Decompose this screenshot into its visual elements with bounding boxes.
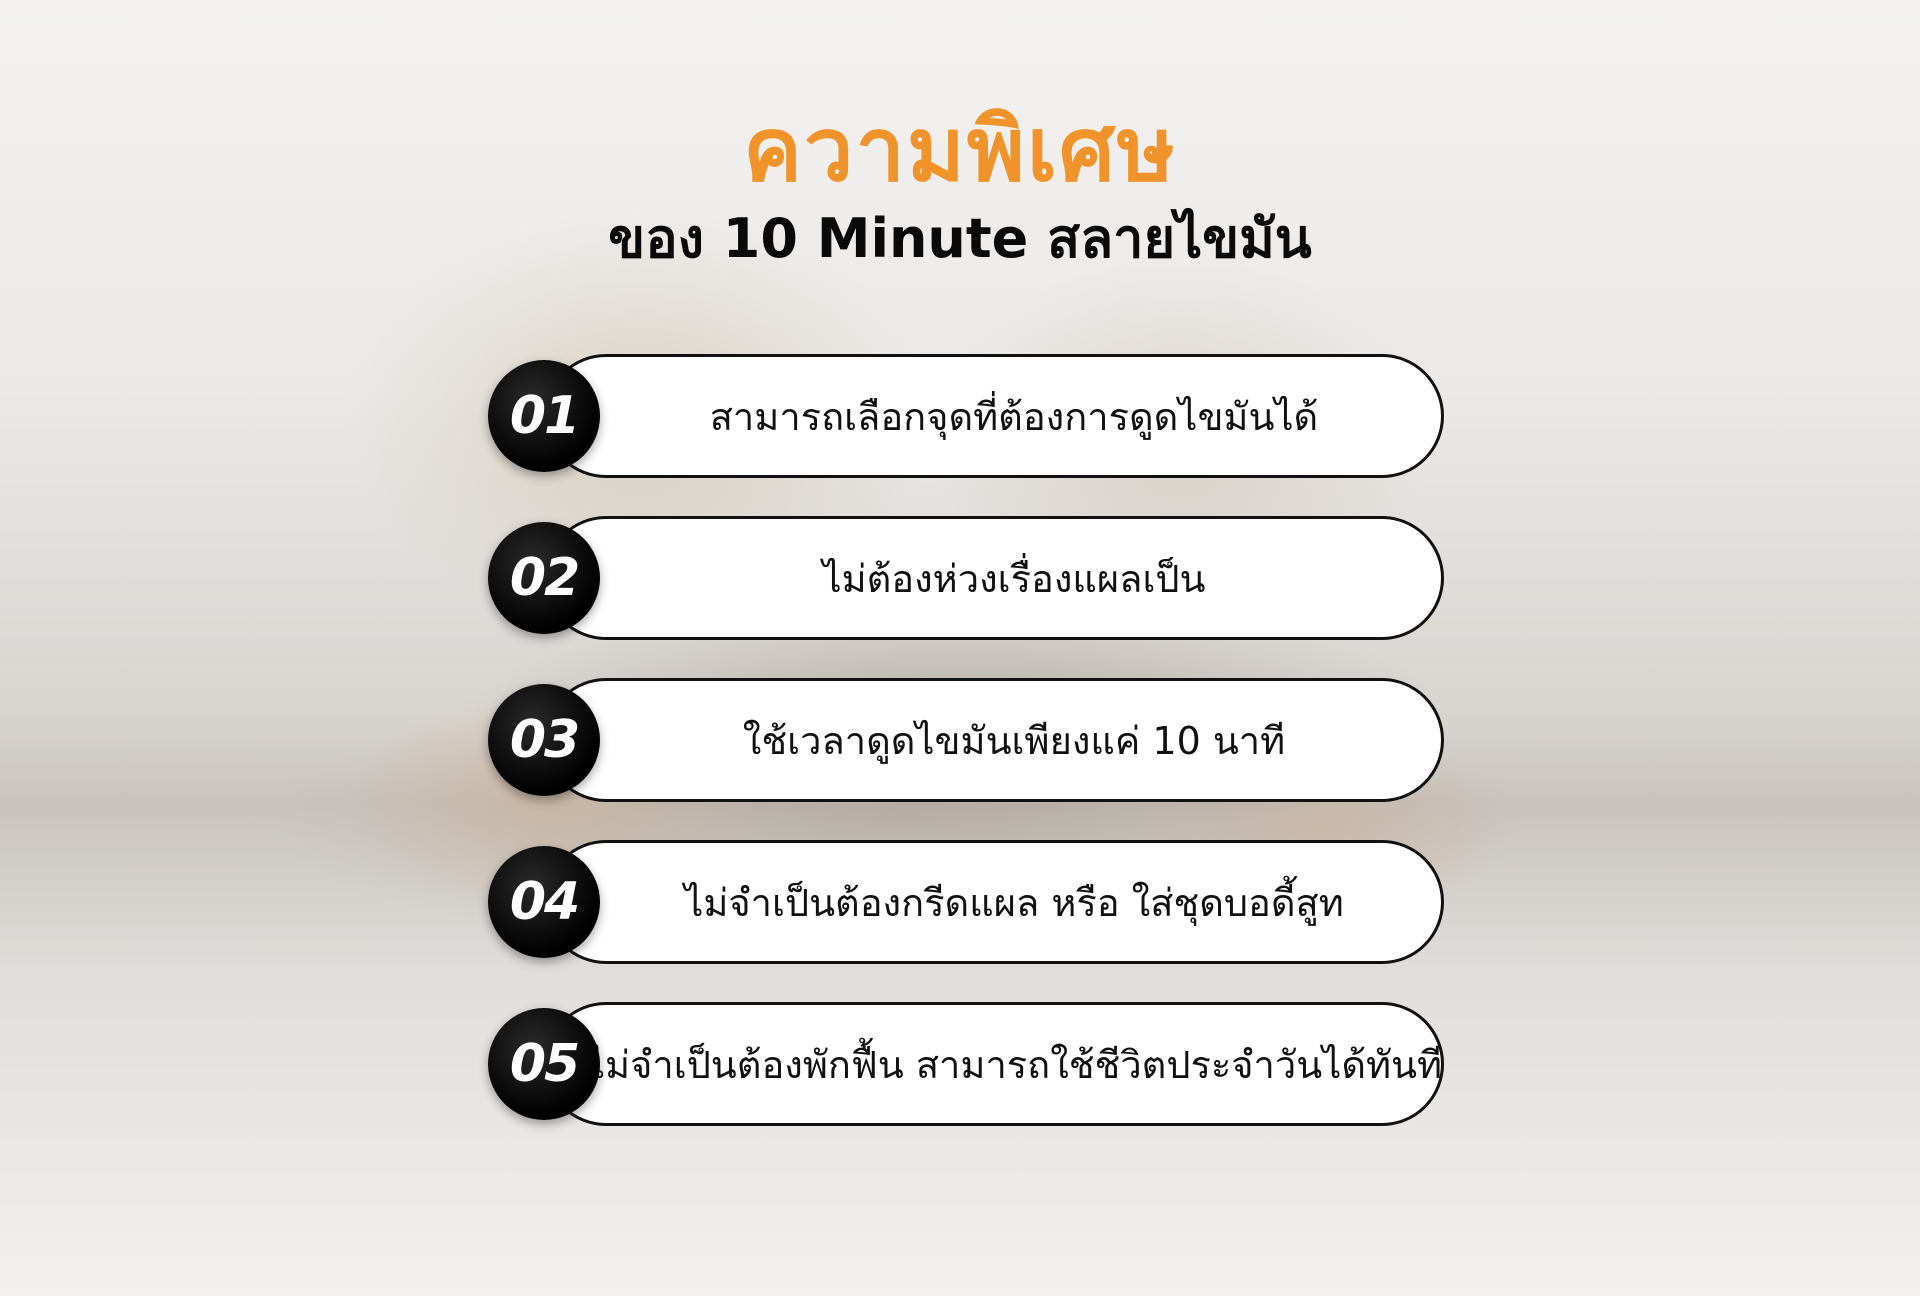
title-main: ความพิเศษ xyxy=(743,98,1177,201)
feature-pill: ใช้เวลาดูดไขมันเพียงแค่ 10 นาที xyxy=(544,678,1444,802)
title-subtitle: ของ 10 Minute สลายไขมัน xyxy=(608,207,1312,270)
number-badge: 04 xyxy=(488,846,600,958)
badge-number: 03 xyxy=(509,710,580,770)
number-badge: 03 xyxy=(488,684,600,796)
feature-item-02: ไม่ต้องห่วงเรื่องแผลเป็น 02 xyxy=(488,514,1464,644)
feature-text: สามารถเลือกจุดที่ต้องการดูดไขมันได้ xyxy=(709,394,1319,439)
feature-item-03: ใช้เวลาดูดไขมันเพียงแค่ 10 นาที 03 xyxy=(488,676,1464,806)
number-badge: 01 xyxy=(488,360,600,472)
feature-item-04: ไม่จำเป็นต้องกรีดแผล หรือ ใส่ชุดบอดี้สูท… xyxy=(488,838,1464,968)
badge-number: 02 xyxy=(509,548,580,608)
feature-text: ไม่จำเป็นต้องพักฟื้น สามารถใช้ชีวิตประจำ… xyxy=(585,1042,1443,1087)
number-badge: 02 xyxy=(488,522,600,634)
feature-list: สามารถเลือกจุดที่ต้องการดูดไขมันได้ 01 ไ… xyxy=(488,352,1464,1160)
number-badge: 05 xyxy=(488,1008,600,1120)
feature-item-01: สามารถเลือกจุดที่ต้องการดูดไขมันได้ 01 xyxy=(488,352,1464,482)
badge-number: 04 xyxy=(509,872,580,932)
feature-pill: ไม่จำเป็นต้องกรีดแผล หรือ ใส่ชุดบอดี้สูท xyxy=(544,840,1444,964)
feature-text: ใช้เวลาดูดไขมันเพียงแค่ 10 นาที xyxy=(742,718,1286,763)
feature-pill: ไม่จำเป็นต้องพักฟื้น สามารถใช้ชีวิตประจำ… xyxy=(544,1002,1444,1126)
feature-item-05: ไม่จำเป็นต้องพักฟื้น สามารถใช้ชีวิตประจำ… xyxy=(488,1000,1464,1130)
feature-pill: ไม่ต้องห่วงเรื่องแผลเป็น xyxy=(544,516,1444,640)
feature-text: ไม่จำเป็นต้องกรีดแผล หรือ ใส่ชุดบอดี้สูท xyxy=(684,880,1344,925)
badge-number: 01 xyxy=(509,386,580,446)
title-block: ความพิเศษ ของ 10 Minute สลายไขมัน xyxy=(0,100,1920,274)
badge-number: 05 xyxy=(509,1034,580,1094)
feature-text: ไม่ต้องห่วงเรื่องแผลเป็น xyxy=(822,556,1206,601)
feature-pill: สามารถเลือกจุดที่ต้องการดูดไขมันได้ xyxy=(544,354,1444,478)
